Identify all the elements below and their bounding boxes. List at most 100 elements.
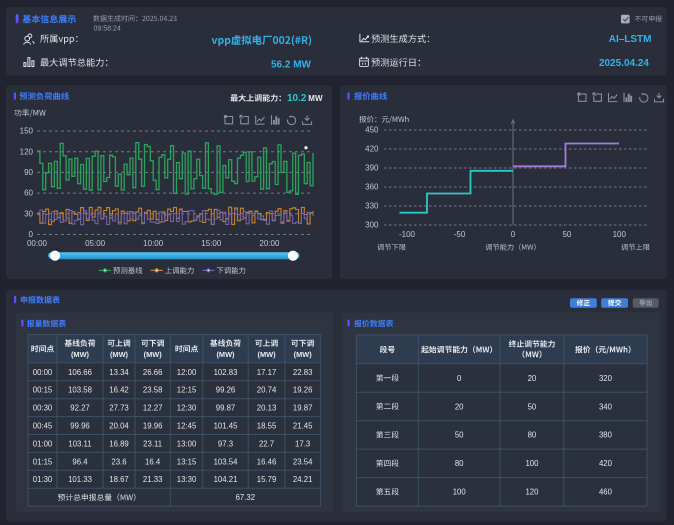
svg-text:00:45: 00:45 <box>33 422 53 431</box>
svg-text:27.73: 27.73 <box>109 404 129 413</box>
svg-text:20: 20 <box>528 374 537 383</box>
svg-text:(MW): (MW) <box>258 350 277 359</box>
svg-text:0: 0 <box>29 230 34 239</box>
svg-text:12.27: 12.27 <box>143 404 163 413</box>
svg-text:20.74: 20.74 <box>257 386 277 395</box>
svg-text:101.33: 101.33 <box>68 475 92 484</box>
svg-text:13:30: 13:30 <box>177 475 197 484</box>
svg-text:00:00: 00:00 <box>27 239 48 248</box>
svg-text:09:58:24: 09:58:24 <box>94 25 121 32</box>
svg-text:99.26: 99.26 <box>216 386 236 395</box>
svg-text:100: 100 <box>613 230 627 239</box>
svg-text:300: 300 <box>365 221 379 230</box>
svg-text:99.87: 99.87 <box>216 404 236 413</box>
svg-text:01:00: 01:00 <box>33 439 53 448</box>
svg-text:103.54: 103.54 <box>214 457 239 466</box>
svg-text:150: 150 <box>20 127 34 136</box>
svg-text:96.4: 96.4 <box>72 457 88 466</box>
svg-text:103.58: 103.58 <box>68 386 92 395</box>
svg-text:100: 100 <box>453 488 467 497</box>
svg-text:67.32: 67.32 <box>236 493 256 502</box>
svg-text:15:00: 15:00 <box>201 239 222 248</box>
svg-text:92.27: 92.27 <box>70 404 90 413</box>
svg-text:103.11: 103.11 <box>68 439 91 448</box>
svg-text:102.83: 102.83 <box>214 368 238 377</box>
svg-text:23.11: 23.11 <box>143 439 162 448</box>
svg-text:99.96: 99.96 <box>70 422 90 431</box>
svg-text:(MW): (MW) <box>71 350 90 359</box>
svg-text:10.2: 10.2 <box>287 93 307 104</box>
svg-text:18.67: 18.67 <box>109 475 129 484</box>
svg-text:12:45: 12:45 <box>177 422 197 431</box>
svg-text:23.54: 23.54 <box>293 457 313 466</box>
svg-text:-50: -50 <box>454 230 466 239</box>
svg-text:390: 390 <box>365 164 379 173</box>
svg-text:100: 100 <box>525 459 539 468</box>
svg-text:97.3: 97.3 <box>218 439 233 448</box>
svg-text:104.21: 104.21 <box>214 475 238 484</box>
svg-text:420: 420 <box>365 145 379 154</box>
svg-text:00:00: 00:00 <box>33 368 53 377</box>
svg-text:120: 120 <box>20 147 34 156</box>
svg-text:21.45: 21.45 <box>293 422 313 431</box>
svg-text:16.46: 16.46 <box>257 457 277 466</box>
svg-text:2025.04.24: 2025.04.24 <box>599 58 649 69</box>
svg-text:(MW): (MW) <box>144 350 163 359</box>
svg-text:450: 450 <box>365 126 379 135</box>
svg-text:00:30: 00:30 <box>33 404 53 413</box>
svg-text:50: 50 <box>562 230 571 239</box>
svg-text:24.21: 24.21 <box>293 475 313 484</box>
svg-text:19.26: 19.26 <box>293 386 313 395</box>
svg-text:460: 460 <box>599 488 613 497</box>
svg-text:56.2 MW: 56.2 MW <box>271 59 312 70</box>
svg-text:20: 20 <box>455 402 464 411</box>
svg-text:(MW): (MW) <box>110 350 129 359</box>
svg-text:12:15: 12:15 <box>177 386 197 395</box>
svg-text:380: 380 <box>599 431 613 440</box>
svg-text:13:15: 13:15 <box>177 457 197 466</box>
svg-text:20:00: 20:00 <box>259 239 280 248</box>
svg-text:0: 0 <box>457 374 462 383</box>
svg-text:MW: MW <box>308 94 323 103</box>
svg-text:22.83: 22.83 <box>293 368 313 377</box>
svg-text:23.6: 23.6 <box>111 457 126 466</box>
svg-text:420: 420 <box>599 459 613 468</box>
svg-text:17.17: 17.17 <box>257 368 277 377</box>
svg-text:330: 330 <box>365 202 379 211</box>
svg-text:26.66: 26.66 <box>143 368 163 377</box>
svg-text:340: 340 <box>599 402 613 411</box>
svg-text:13.34: 13.34 <box>109 368 129 377</box>
svg-text:12:30: 12:30 <box>177 404 197 413</box>
svg-text:50: 50 <box>528 402 537 411</box>
svg-text:05:00: 05:00 <box>85 239 106 248</box>
svg-text:00:15: 00:15 <box>33 386 53 395</box>
svg-text:320: 320 <box>599 374 613 383</box>
svg-text:50: 50 <box>455 431 464 440</box>
svg-text:(MW): (MW) <box>294 350 313 359</box>
svg-text:AI–LSTM: AI–LSTM <box>609 34 652 45</box>
svg-text:20.04: 20.04 <box>109 422 129 431</box>
svg-text:16.89: 16.89 <box>109 439 129 448</box>
svg-text:16.42: 16.42 <box>109 386 129 395</box>
svg-text:15.79: 15.79 <box>257 475 277 484</box>
svg-text:23.58: 23.58 <box>143 386 163 395</box>
svg-text:17.3: 17.3 <box>295 439 310 448</box>
svg-text:30: 30 <box>24 209 33 218</box>
svg-text:(MW): (MW) <box>216 350 235 359</box>
svg-text:19.87: 19.87 <box>293 404 313 413</box>
svg-text:120: 120 <box>525 488 539 497</box>
svg-text:22.7: 22.7 <box>259 439 274 448</box>
svg-text:16.4: 16.4 <box>145 457 161 466</box>
svg-text:60: 60 <box>24 189 33 198</box>
svg-text:0: 0 <box>511 230 516 239</box>
svg-text:18.55: 18.55 <box>257 422 277 431</box>
svg-text:20.13: 20.13 <box>257 404 277 413</box>
svg-text:101.45: 101.45 <box>214 422 239 431</box>
svg-text:80: 80 <box>455 459 464 468</box>
svg-text:-100: -100 <box>399 230 416 239</box>
svg-text:360: 360 <box>365 183 379 192</box>
svg-text:01:30: 01:30 <box>33 475 53 484</box>
svg-text:21.33: 21.33 <box>143 475 163 484</box>
svg-text:106.66: 106.66 <box>68 368 92 377</box>
svg-text:90: 90 <box>24 168 33 177</box>
